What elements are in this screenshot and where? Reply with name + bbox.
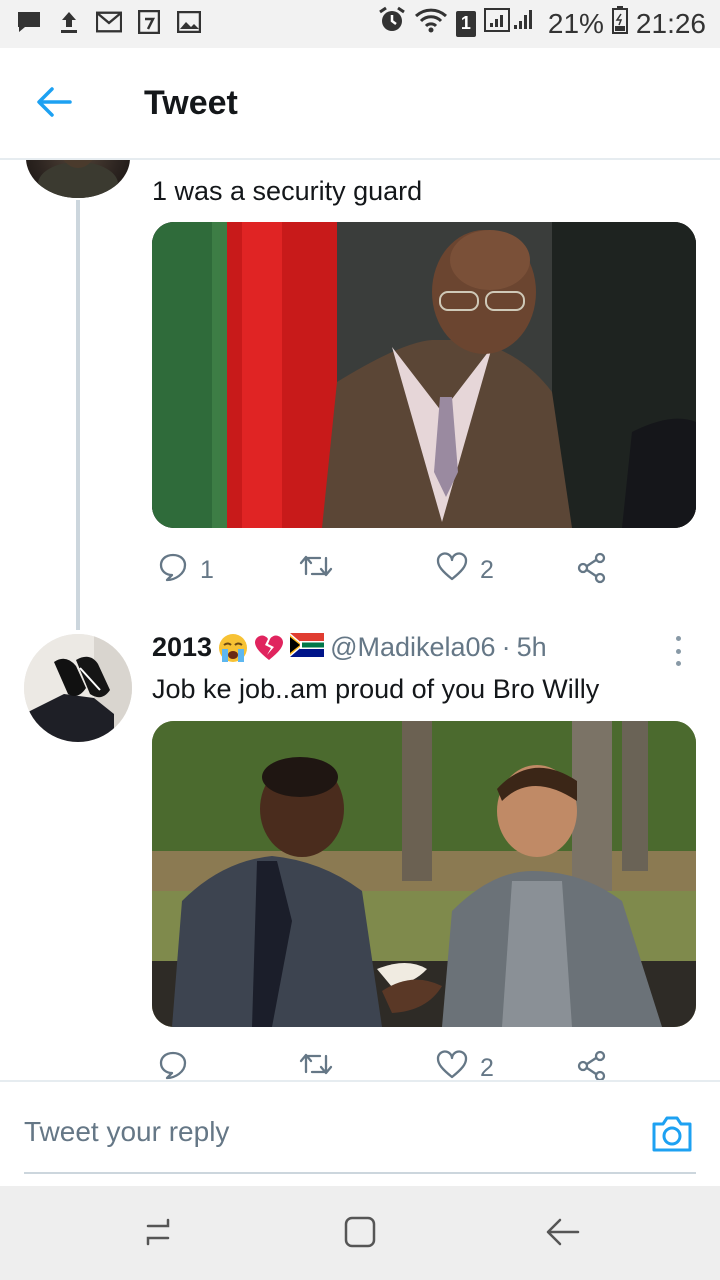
- more-options-button[interactable]: [668, 636, 688, 666]
- reply-bar: [0, 1080, 720, 1186]
- like-button[interactable]: 2: [436, 1050, 494, 1080]
- display-name[interactable]: 2013: [152, 632, 212, 663]
- gallery-icon: [176, 10, 202, 34]
- dot: [675, 661, 681, 666]
- heart-icon: [436, 552, 468, 589]
- app-bar: Tweet: [0, 48, 720, 160]
- tweet-time: 5h: [516, 632, 547, 662]
- share-icon: [576, 552, 608, 591]
- notification-icons: [16, 10, 202, 34]
- tweet-photo[interactable]: [152, 721, 696, 1027]
- tweet-text: Job ke job..am proud of you Bro Willy: [152, 674, 600, 704]
- arrow-left-icon: [36, 86, 72, 123]
- alarm-icon: [378, 6, 406, 41]
- like-count: 2: [480, 556, 494, 584]
- meta-separator: ·: [501, 632, 511, 662]
- like-button[interactable]: 2: [436, 552, 494, 589]
- avatar[interactable]: [24, 634, 132, 742]
- retweet-icon: [298, 1050, 334, 1080]
- reply-input[interactable]: [24, 1082, 696, 1174]
- reply-icon: [158, 552, 188, 589]
- crying-face-emoji: [218, 633, 248, 663]
- system-nav-bar: [0, 1186, 720, 1280]
- camera-icon: [650, 1116, 694, 1158]
- dot: [675, 636, 681, 641]
- retweet-button[interactable]: [298, 552, 346, 587]
- reply-count: 1: [200, 556, 214, 584]
- reply-icon: [158, 1050, 188, 1080]
- share-icon: [576, 1050, 608, 1080]
- back-button[interactable]: [32, 82, 76, 126]
- page-title: Tweet: [144, 84, 238, 122]
- reply-button[interactable]: [158, 1050, 200, 1080]
- nav-back-button[interactable]: [540, 1212, 584, 1256]
- like-count: 2: [480, 1054, 494, 1080]
- tweet-text: 1 was a security guard: [152, 176, 423, 206]
- retweet-icon: [298, 552, 334, 587]
- dot: [675, 648, 681, 654]
- home-button[interactable]: [338, 1212, 382, 1256]
- gmail-icon: [96, 10, 122, 34]
- calendar-icon: [136, 10, 162, 34]
- recent-apps-icon: [138, 1212, 178, 1257]
- signal-icon: [483, 7, 540, 40]
- battery-icon: [611, 6, 628, 41]
- tweet-actions: 2: [152, 1050, 696, 1080]
- tweet-header: 2013 @Madikela06 · 5h: [152, 632, 547, 663]
- message-icon: [16, 10, 42, 34]
- retweet-button[interactable]: [298, 1050, 346, 1080]
- recent-apps-button[interactable]: [136, 1212, 180, 1256]
- sim-badge: 1: [455, 10, 476, 37]
- upload-icon: [56, 10, 82, 34]
- back-icon: [542, 1212, 582, 1257]
- heart-icon: [436, 1050, 468, 1080]
- share-button[interactable]: [576, 1050, 608, 1080]
- tweet-thread[interactable]: 1 was a security guard 1 2 2013 @Madikel…: [0, 160, 720, 1080]
- battery-percent: 21%: [547, 7, 604, 39]
- tweet-photo[interactable]: [152, 222, 696, 528]
- reply-button[interactable]: 1: [158, 552, 214, 589]
- home-icon: [340, 1212, 380, 1257]
- tweet-actions: 1 2: [152, 552, 696, 592]
- broken-heart-emoji: [254, 633, 284, 663]
- user-handle[interactable]: @Madikela06: [330, 632, 496, 663]
- status-bar: 1 21% 21:26: [0, 0, 720, 48]
- camera-button[interactable]: [650, 1114, 694, 1154]
- wifi-icon: [414, 7, 448, 40]
- system-indicators: 1 21% 21:26: [378, 6, 706, 41]
- thread-connector: [76, 200, 80, 630]
- south-africa-flag-emoji: [290, 632, 325, 663]
- share-button[interactable]: [576, 552, 608, 591]
- clock: 21:26: [635, 7, 706, 39]
- avatar[interactable]: [26, 160, 130, 198]
